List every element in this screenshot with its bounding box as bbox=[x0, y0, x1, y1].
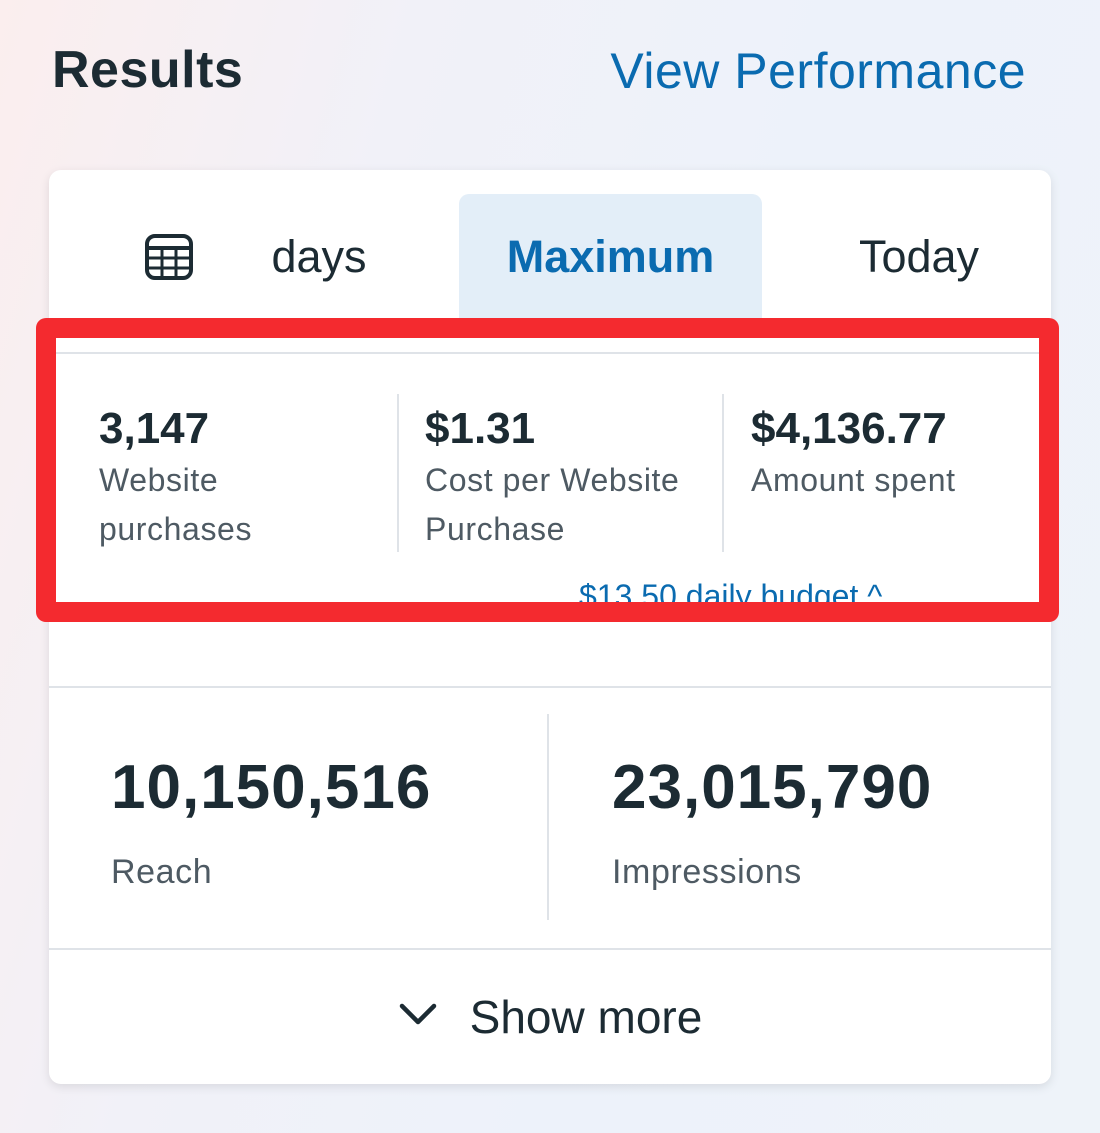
metric-cost-per-purchase: $1.31 Cost per Website Purchase bbox=[425, 402, 745, 554]
view-performance-link[interactable]: View Performance bbox=[610, 42, 1026, 100]
header-title: Results bbox=[52, 41, 244, 99]
metric-label: Cost per Website bbox=[425, 462, 680, 498]
daily-budget-link[interactable]: $13.50 daily budget ^ bbox=[579, 578, 882, 615]
tab-today[interactable]: Today bbox=[829, 194, 1009, 320]
top-metrics: 3,147 Website purchases $1.31 Cost per W… bbox=[49, 352, 1051, 694]
section-divider bbox=[49, 686, 1051, 688]
date-range-tabs: days Maximum Today bbox=[49, 170, 1051, 320]
metric-amount-spent: $4,136.77 Amount spent bbox=[751, 402, 1051, 505]
metric-label: Reach bbox=[111, 853, 213, 891]
metric-label: Impressions bbox=[612, 853, 802, 891]
metric-divider bbox=[547, 714, 549, 920]
metric-value: $4,136.77 bbox=[751, 404, 947, 453]
metric-value: $1.31 bbox=[425, 404, 536, 453]
calendar-icon bbox=[145, 234, 193, 280]
metric-reach: 10,150,516 Reach bbox=[111, 752, 431, 892]
tab-calendar[interactable] bbox=[129, 194, 209, 320]
metric-label: Amount spent bbox=[751, 462, 956, 498]
tab-maximum[interactable]: Maximum bbox=[459, 194, 762, 320]
chevron-down-icon bbox=[398, 985, 438, 1039]
metric-value: 10,150,516 bbox=[111, 753, 432, 822]
tab-days[interactable]: days bbox=[239, 194, 399, 320]
metric-impressions: 23,015,790 Impressions bbox=[612, 752, 932, 892]
results-card: days Maximum Today 3,147 Website purchas… bbox=[49, 170, 1051, 1084]
metric-label: purchases bbox=[99, 511, 253, 547]
show-more-button[interactable]: Show more bbox=[49, 950, 1051, 1084]
metric-label: Purchase bbox=[425, 511, 565, 547]
metric-website-purchases: 3,147 Website purchases bbox=[99, 402, 399, 554]
metric-divider bbox=[397, 394, 399, 552]
metric-value: 3,147 bbox=[99, 404, 210, 453]
metric-value: 23,015,790 bbox=[612, 753, 933, 822]
show-more-label: Show more bbox=[469, 991, 703, 1043]
metric-label: Website bbox=[99, 462, 219, 498]
metric-divider bbox=[722, 394, 724, 552]
